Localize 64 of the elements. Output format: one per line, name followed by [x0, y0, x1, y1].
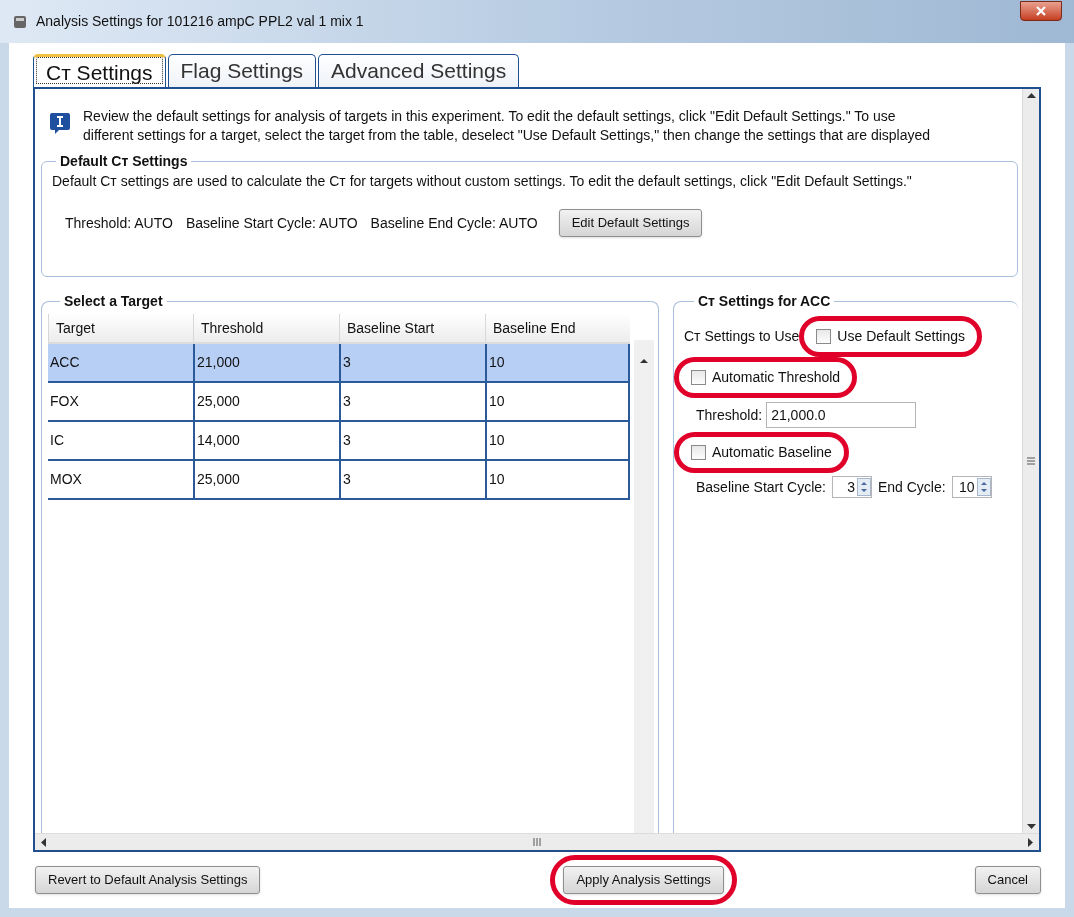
group-description: Default Cᴛ settings are used to calculate the Cᴛ for targets without custom settings. To edit the default settings, click "Edit Default Settings." [52, 172, 913, 191]
setting-value: Threshold: AUTO [65, 213, 173, 233]
tab[interactable]: Flag Settings [167, 54, 317, 87]
table-cell: 10 [485, 344, 630, 383]
checkbox-label: Automatic Baseline [712, 443, 832, 462]
setting-value: Baseline Start Cycle: AUTO [185, 213, 358, 233]
spinner-arrows-icon [856, 478, 871, 496]
spinner-value: 10 [958, 477, 975, 497]
checkbox[interactable] [691, 445, 706, 460]
tab[interactable]: Advanced Settings [318, 54, 520, 87]
setting-value: Baseline End Cycle: AUTO [370, 213, 538, 233]
scroll-thumb-grip-icon[interactable] [533, 838, 541, 846]
window-icon [12, 13, 28, 30]
checkbox[interactable] [691, 370, 706, 385]
close-button[interactable] [1020, 0, 1062, 21]
field-label: Threshold: [696, 405, 763, 425]
close-icon [1036, 5, 1046, 16]
checkbox[interactable] [816, 329, 832, 344]
table-cell: 3 [339, 461, 485, 500]
spinner-value: 3 [846, 477, 855, 497]
table-cell: 3 [339, 422, 485, 461]
table-cell: 10 [485, 422, 630, 461]
vertical-scrollbar[interactable] [1022, 89, 1039, 833]
info-icon [49, 111, 71, 135]
spinner-arrows-icon [976, 478, 991, 496]
spinner-field[interactable]: 3 [831, 476, 872, 498]
column-header[interactable]: Target [48, 314, 193, 344]
checkbox-label: Use Default Settings [837, 327, 965, 346]
dialog-button[interactable]: Revert to Default Analysis Settings [35, 866, 261, 894]
table-cell: 3 [339, 344, 485, 383]
scroll-right-icon[interactable] [1028, 837, 1033, 847]
window-title: Analysis Settings for 101216 ampC PPL2 val 1 mix 1 [36, 12, 364, 31]
table-cell: ACC [48, 344, 193, 383]
field-label: Baseline Start Cycle: [696, 477, 826, 497]
spinner-field[interactable]: 10 [951, 476, 992, 498]
table-cell: 10 [485, 383, 630, 422]
field-label: End Cycle: [877, 477, 946, 497]
scroll-left-icon[interactable] [41, 837, 46, 847]
table-cell: 21,000 [193, 344, 339, 383]
scroll-down-icon[interactable] [1026, 824, 1036, 829]
group-title: Select a Target [63, 292, 164, 311]
scroll-thumb-grip-icon[interactable] [1027, 457, 1035, 465]
table-cell: 3 [339, 383, 485, 422]
scroll-up-icon[interactable] [639, 358, 649, 364]
field-label: Cᴛ Settings to Use [684, 327, 800, 346]
table-cell: 10 [485, 461, 630, 500]
group-title: Default Cᴛ Settings [59, 152, 189, 171]
column-header[interactable]: Threshold [193, 314, 339, 344]
horizontal-scrollbar[interactable] [35, 833, 1039, 850]
group-title: Cᴛ Settings for ACC [697, 292, 832, 311]
checkbox-label: Automatic Threshold [712, 368, 841, 387]
column-header[interactable]: Baseline Start [339, 314, 485, 344]
threshold-field[interactable]: 21,000.0 [766, 402, 917, 428]
scroll-up-icon[interactable] [1026, 93, 1036, 98]
table-cell: 14,000 [193, 422, 339, 461]
info-text: Review the default settings for analysis of targets in this experiment. To edit the default settings, click "Edit Default Settings." To use [83, 107, 897, 126]
info-text: different settings for a target, select the target from the table, deselect "Use Default Settings," then change the settings that are displayed [83, 126, 931, 145]
tab[interactable]: Cᴛ Settings [33, 54, 166, 87]
dialog-button[interactable]: Cancel [974, 866, 1041, 894]
table-cell: 25,000 [193, 461, 339, 500]
table-cell: 25,000 [193, 383, 339, 422]
column-header[interactable]: Baseline End [485, 314, 630, 344]
dialog-button[interactable]: Apply Analysis Settings [563, 866, 724, 894]
edit-default-button[interactable]: Edit Default Settings [558, 209, 703, 237]
